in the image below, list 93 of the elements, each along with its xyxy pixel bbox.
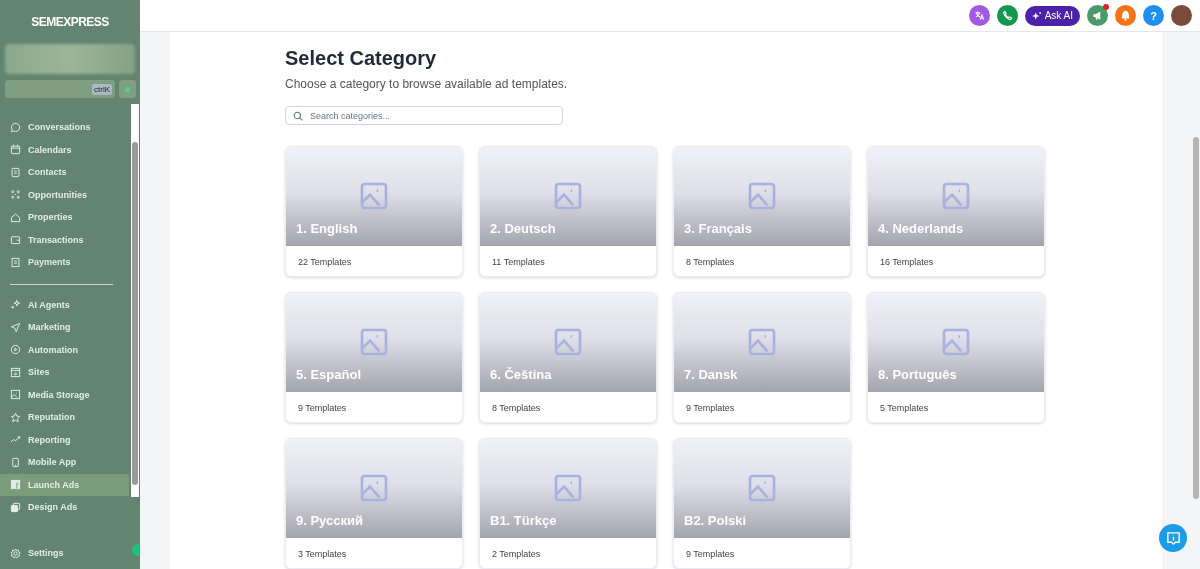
template-count: 22 Templates bbox=[297, 256, 353, 269]
receipt-icon bbox=[10, 256, 21, 268]
settings-icon bbox=[10, 547, 21, 559]
sidebar-item[interactable]: Contacts bbox=[0, 161, 129, 184]
search-field[interactable]: ctrlK bbox=[5, 80, 115, 98]
image-icon bbox=[10, 389, 21, 401]
feedback-button[interactable] bbox=[1159, 524, 1187, 552]
template-count: 11 Templates bbox=[491, 256, 546, 269]
stacked-squares-icon bbox=[10, 501, 21, 513]
template-count: 5 Templates bbox=[879, 402, 930, 415]
sidebar-item[interactable]: Automation bbox=[0, 338, 129, 361]
wallet-icon bbox=[10, 234, 21, 246]
category-name: 5. Español bbox=[296, 367, 362, 382]
bell-icon bbox=[1120, 10, 1131, 21]
sidebar-item[interactable]: Payments bbox=[0, 251, 129, 274]
category-card[interactable]: 2. Deutsch 11 Templates bbox=[479, 146, 657, 277]
category-card[interactable]: B2. Polski 9 Templates bbox=[673, 438, 851, 569]
template-count: 9 Templates bbox=[685, 402, 736, 415]
template-count: 16 Templates bbox=[879, 256, 935, 269]
quick-action-button[interactable] bbox=[119, 80, 136, 98]
sidebar-item[interactable]: Design Ads bbox=[0, 496, 129, 519]
sidebar-item[interactable]: Reputation bbox=[0, 406, 129, 429]
category-card[interactable]: 8. Português 5 Templates bbox=[867, 292, 1045, 423]
calendar-icon bbox=[10, 144, 21, 156]
template-count: 3 Templates bbox=[297, 548, 348, 561]
chat-bubble-icon bbox=[10, 121, 21, 133]
translate-icon bbox=[973, 10, 985, 21]
dots-grid-icon bbox=[10, 189, 21, 201]
category-name: 2. Deutsch bbox=[490, 221, 556, 236]
translate-button[interactable] bbox=[968, 5, 990, 26]
sidebar-item[interactable]: Mobile App bbox=[0, 451, 129, 474]
sidebar-item[interactable]: Reporting bbox=[0, 428, 129, 451]
category-name: 1. English bbox=[296, 221, 358, 236]
search-icon bbox=[293, 110, 303, 121]
category-name: 6. Čeština bbox=[490, 367, 552, 382]
category-card[interactable]: B1. Türkçe 2 Templates bbox=[479, 438, 657, 569]
category-card[interactable]: 9. Русский 3 Templates bbox=[285, 438, 463, 569]
facebook-square-icon bbox=[10, 479, 21, 491]
announcements-button[interactable] bbox=[1087, 5, 1108, 26]
category-name: 4. Nederlands bbox=[878, 221, 964, 236]
paper-plane-icon bbox=[10, 321, 21, 333]
play-circle-icon bbox=[10, 344, 21, 356]
category-card[interactable]: 6. Čeština 8 Templates bbox=[479, 292, 657, 423]
logo[interactable]: SEMEXPRESS bbox=[0, 0, 140, 44]
browser-window-icon bbox=[10, 366, 21, 378]
info-chat-icon bbox=[1165, 530, 1181, 546]
template-count: 9 Templates bbox=[297, 402, 348, 415]
category-card[interactable]: 3. Français 8 Templates bbox=[673, 146, 851, 277]
search-field[interactable]: Search categories... bbox=[285, 106, 563, 125]
phone-button[interactable] bbox=[996, 5, 1018, 26]
sidebar-item[interactable]: Conversations bbox=[0, 116, 129, 139]
page-subtitle: Choose a category to browse available ad templates. bbox=[285, 77, 569, 91]
help-button[interactable]: ? bbox=[1143, 5, 1164, 26]
account-switcher[interactable] bbox=[5, 44, 135, 74]
category-name: 9. Русский bbox=[296, 513, 363, 528]
megaphone-icon bbox=[1092, 10, 1103, 21]
house-icon bbox=[10, 211, 21, 223]
category-card[interactable]: 5. Español 9 Templates bbox=[285, 292, 463, 423]
category-card[interactable]: 1. English 22 Templates bbox=[285, 146, 463, 277]
sidebar-item[interactable]: Settings bbox=[0, 541, 64, 565]
sidebar-item[interactable]: Launch Ads bbox=[0, 473, 129, 496]
page-title: Select Category bbox=[285, 47, 438, 70]
shortcut-badge: ctrlK bbox=[92, 83, 112, 95]
ask-ai-button[interactable]: Ask AI bbox=[1024, 5, 1080, 26]
category-name: 3. Français bbox=[684, 221, 752, 236]
star-icon bbox=[10, 411, 21, 423]
sidebar-item[interactable]: Sites bbox=[0, 361, 129, 384]
sidebar-item[interactable]: Calendars bbox=[0, 138, 129, 161]
mobile-phone-icon bbox=[10, 456, 21, 468]
notifications-button[interactable] bbox=[1115, 5, 1136, 26]
scrollbar[interactable] bbox=[131, 104, 139, 497]
sparkle-icon bbox=[1031, 10, 1042, 21]
avatar[interactable] bbox=[1171, 5, 1192, 26]
phone-icon bbox=[1001, 10, 1013, 21]
category-card[interactable]: 4. Nederlands 16 Templates bbox=[867, 146, 1045, 277]
category-card[interactable]: 7. Dansk 9 Templates bbox=[673, 292, 851, 423]
template-count: 9 Templates bbox=[685, 548, 736, 561]
sidebar-item[interactable]: AI Agents bbox=[0, 293, 129, 316]
contact-book-icon bbox=[10, 166, 21, 178]
sidebar-item[interactable]: Opportunities bbox=[0, 183, 129, 206]
sidebar-item[interactable]: Marketing bbox=[0, 316, 129, 339]
category-name: B2. Polski bbox=[684, 513, 747, 528]
search-placeholder: Search categories... bbox=[310, 110, 391, 121]
template-count: 8 Templates bbox=[685, 256, 736, 269]
sidebar-item[interactable]: Properties bbox=[0, 206, 129, 229]
template-count: 8 Templates bbox=[491, 402, 542, 415]
sidebar-item[interactable]: Transactions bbox=[0, 228, 129, 251]
category-name: B1. Türkçe bbox=[490, 513, 557, 528]
category-name: 8. Português bbox=[878, 367, 957, 382]
category-name: 7. Dansk bbox=[684, 367, 738, 382]
sidebar-item[interactable]: Media Storage bbox=[0, 383, 129, 406]
sparkle-icon bbox=[10, 299, 21, 311]
template-count: 2 Templates bbox=[491, 548, 542, 561]
